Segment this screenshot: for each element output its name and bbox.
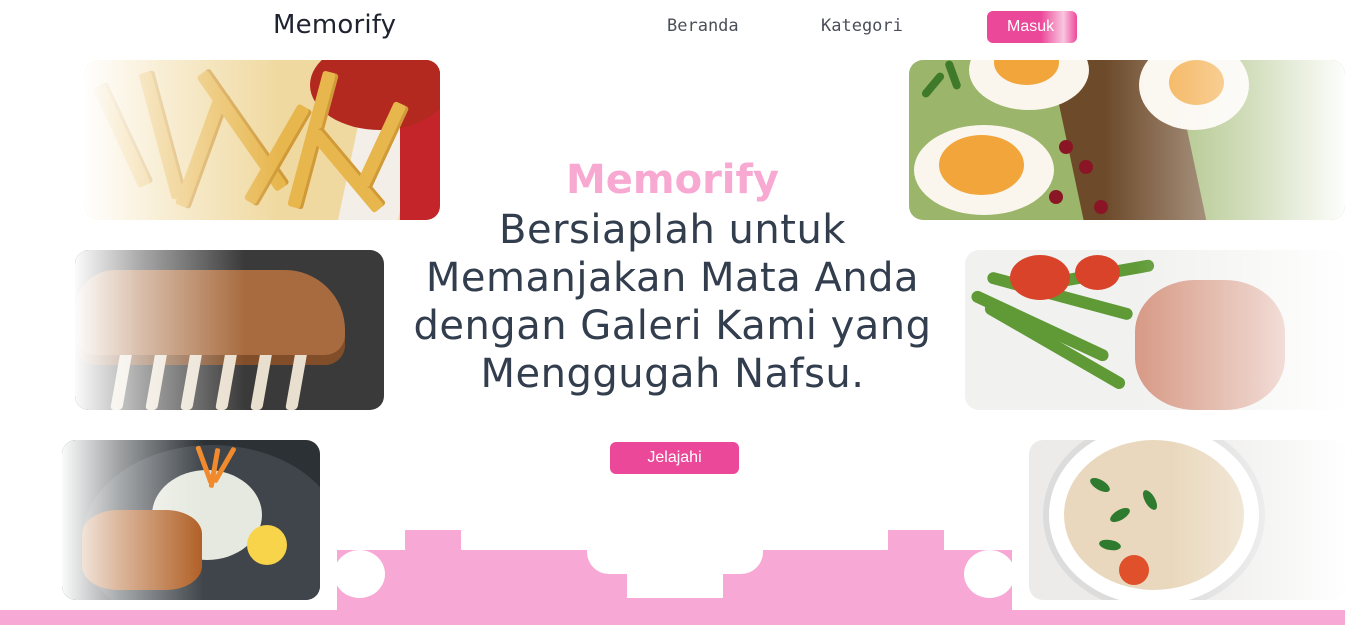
grilled-ribs-photo	[75, 250, 384, 410]
login-button[interactable]: Masuk	[987, 11, 1077, 43]
hero-brand-title: Memorify	[565, 157, 779, 203]
explore-button[interactable]: Jelajahi	[610, 442, 739, 474]
hero-heading: Bersiaplah untuk Memanjakan Mata Anda de…	[413, 207, 932, 397]
brand-logo[interactable]: Memorify	[273, 10, 396, 40]
pho-soup-photo	[1029, 440, 1345, 600]
nav-link-beranda[interactable]: Beranda	[667, 16, 739, 36]
chicken-salad-bowl-photo	[62, 440, 320, 600]
asparagus-salmon-photo	[965, 250, 1345, 410]
nav-link-kategori[interactable]: Kategori	[821, 16, 903, 36]
